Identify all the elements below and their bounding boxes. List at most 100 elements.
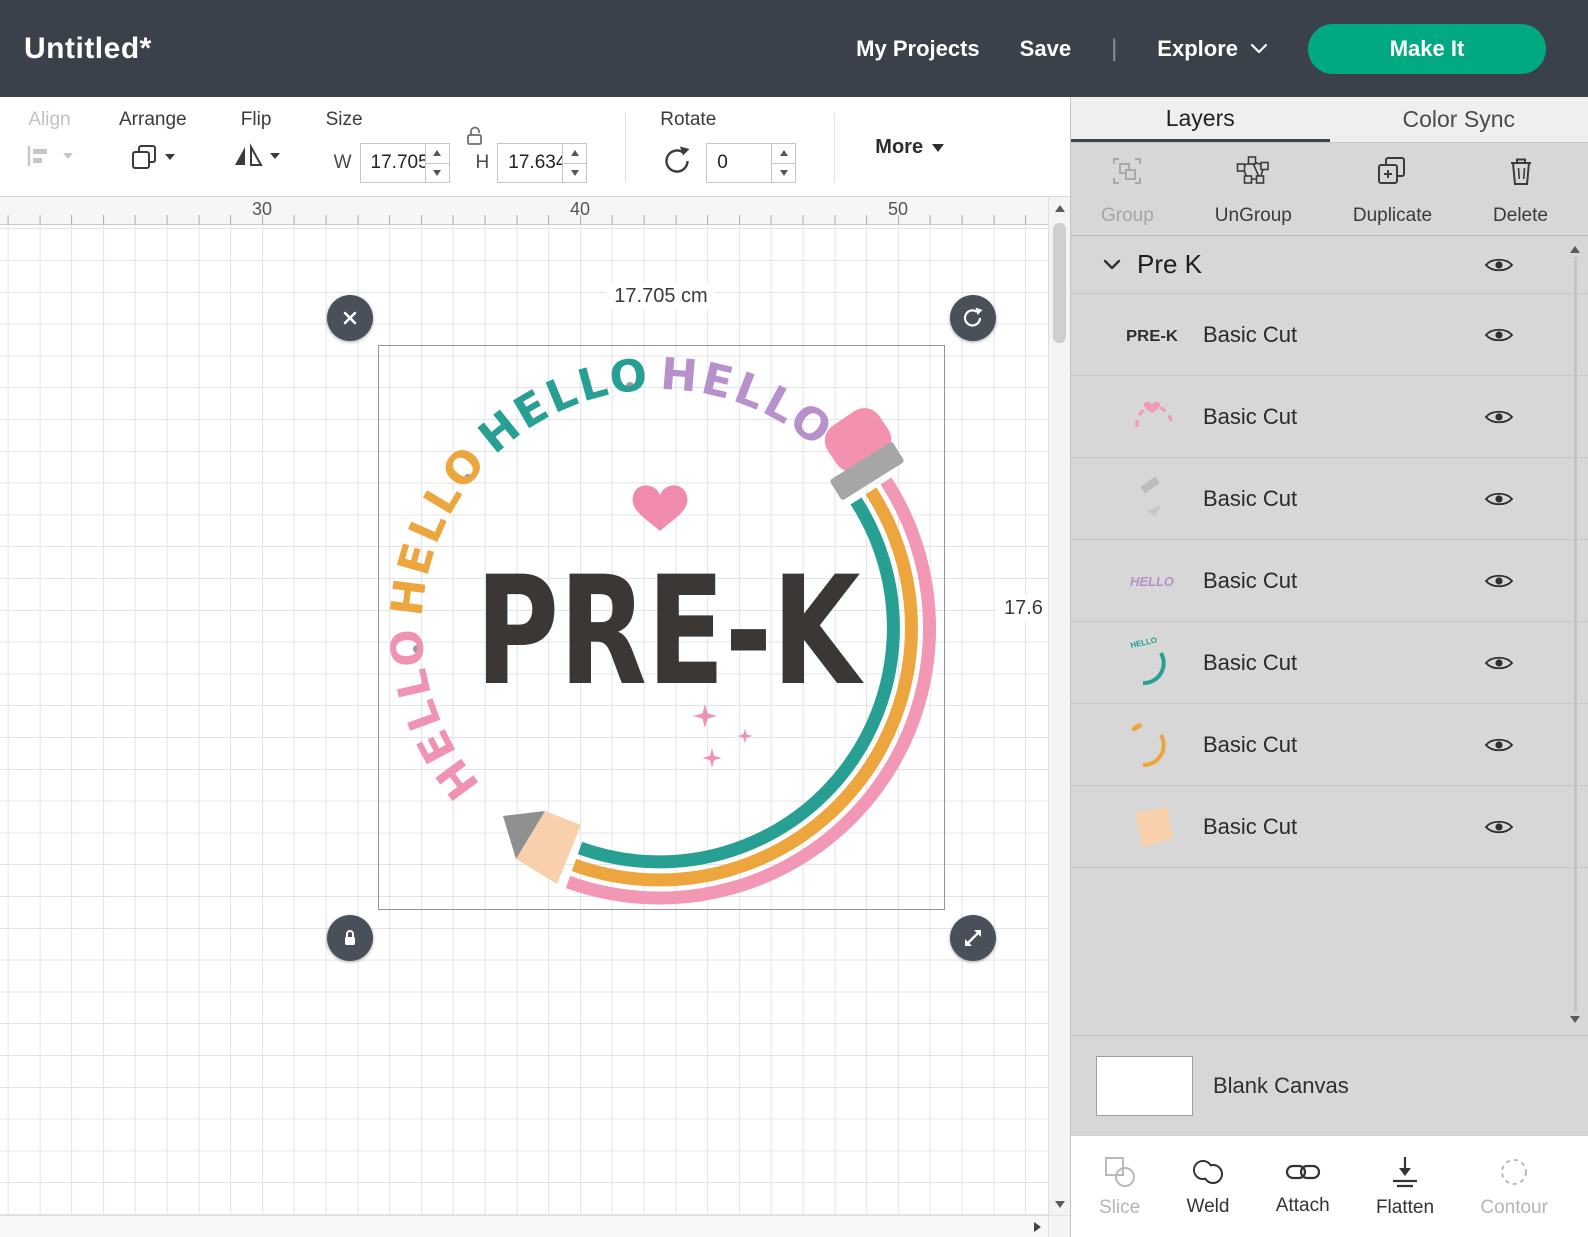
hello-text-pink: HELLO bbox=[381, 624, 489, 809]
chevron-down-icon bbox=[1250, 43, 1268, 54]
scroll-track[interactable] bbox=[1573, 257, 1577, 1012]
width-input[interactable] bbox=[360, 144, 425, 182]
close-x-icon bbox=[343, 311, 357, 325]
explore-menu[interactable]: Explore bbox=[1157, 36, 1268, 62]
size-group: Size W 17.705 H 17.634 bbox=[326, 109, 588, 186]
layer-thumbnail bbox=[1135, 401, 1173, 427]
tab-layers[interactable]: Layers bbox=[1071, 97, 1330, 142]
visibility-toggle[interactable] bbox=[1484, 571, 1514, 591]
layers-panel: Layers Color Sync Group UnGroup Duplicat… bbox=[1070, 97, 1588, 1237]
scroll-down-button[interactable] bbox=[1570, 1016, 1580, 1023]
width-stepper-up[interactable] bbox=[426, 144, 449, 163]
design-canvas[interactable]: HELLO HELLO HELLO HELLO PRE-K 17.705 cm … bbox=[0, 225, 1048, 1215]
canvas-zone: 30 40 50 HELLO HELLO HELLO HELLO PRE-K 1… bbox=[0, 197, 1070, 1237]
layer-row-gray-shapes[interactable]: Basic Cut bbox=[1071, 458, 1588, 540]
vertical-scroll-thumb[interactable] bbox=[1053, 223, 1066, 343]
layer-thumbnail: PRE-K bbox=[1126, 328, 1178, 345]
panel-tabs: Layers Color Sync bbox=[1071, 97, 1588, 143]
layer-row-pink-shapes[interactable]: Basic Cut bbox=[1071, 376, 1588, 458]
blank-canvas-label: Blank Canvas bbox=[1213, 1072, 1349, 1098]
visibility-toggle[interactable] bbox=[1484, 489, 1514, 509]
scroll-right-button[interactable] bbox=[1026, 1216, 1048, 1237]
scroll-down-button[interactable] bbox=[1049, 1193, 1070, 1215]
layer-row-prek-text[interactable]: PRE-K Basic Cut bbox=[1071, 294, 1588, 376]
caret-down-icon bbox=[63, 153, 73, 159]
flatten-button[interactable]: Flatten bbox=[1376, 1155, 1434, 1219]
blank-canvas-row[interactable]: Blank Canvas bbox=[1071, 1035, 1588, 1135]
arrange-tool[interactable]: Arrange bbox=[119, 109, 187, 186]
layer-row-purple-hello[interactable]: HELLO Basic Cut bbox=[1071, 540, 1588, 622]
visibility-toggle[interactable] bbox=[1484, 653, 1514, 673]
height-stepper-up[interactable] bbox=[563, 144, 586, 163]
flip-tool[interactable]: Flip bbox=[233, 109, 280, 186]
rotate-icon bbox=[665, 146, 690, 173]
layer-thumbnail bbox=[1140, 476, 1161, 517]
rotate-handle-icon bbox=[963, 307, 983, 327]
unlock-icon bbox=[466, 126, 482, 145]
svg-text:PRE-K: PRE-K bbox=[1126, 328, 1178, 345]
weld-button[interactable]: Weld bbox=[1187, 1156, 1229, 1218]
canvas-vertical-scrollbar[interactable] bbox=[1048, 197, 1070, 1215]
pre-k-design-object[interactable]: HELLO HELLO HELLO HELLO PRE-K bbox=[378, 345, 945, 910]
more-button[interactable]: More bbox=[875, 136, 945, 159]
rotate-stepper-down[interactable] bbox=[772, 162, 796, 183]
eye-icon bbox=[1484, 258, 1514, 271]
visibility-toggle[interactable] bbox=[1484, 325, 1514, 345]
eye-icon bbox=[1484, 656, 1514, 669]
lock-handle[interactable] bbox=[327, 915, 373, 961]
tab-color-sync[interactable]: Color Sync bbox=[1330, 97, 1588, 142]
delete-button[interactable]: Delete bbox=[1489, 153, 1552, 229]
layers-scrollbar[interactable] bbox=[1568, 246, 1582, 1023]
ruler-mark: 40 bbox=[569, 199, 591, 219]
visibility-toggle[interactable] bbox=[1484, 817, 1514, 837]
aspect-unlock-toggle[interactable] bbox=[464, 125, 486, 152]
rotate-handle[interactable] bbox=[950, 295, 996, 341]
delete-handle[interactable] bbox=[327, 295, 373, 341]
flip-icon bbox=[234, 143, 263, 166]
layer-group-prek[interactable]: Pre K bbox=[1071, 236, 1588, 294]
rotate-group: Rotate bbox=[660, 109, 797, 186]
align-tool: Align bbox=[26, 109, 73, 186]
attach-icon bbox=[1285, 1164, 1320, 1179]
ungroup-button[interactable]: UnGroup bbox=[1211, 153, 1296, 229]
workspace: Align Arrange Flip Size W 17.705 H 17.63… bbox=[0, 97, 1070, 1237]
layer-row-yellow-arc[interactable]: Basic Cut bbox=[1071, 704, 1588, 786]
visibility-toggle[interactable] bbox=[1484, 735, 1514, 755]
nav-divider: | bbox=[1111, 34, 1118, 62]
layer-row-wood-shape[interactable]: Basic Cut bbox=[1071, 786, 1588, 868]
resize-diagonal-icon bbox=[965, 930, 981, 946]
visibility-toggle[interactable] bbox=[1484, 255, 1514, 275]
arrange-icon bbox=[132, 145, 157, 169]
canvas-color-swatch[interactable] bbox=[1096, 1055, 1193, 1116]
layer-list: Pre K PRE-K Basic Cut Basic Cut Basic Cu… bbox=[1071, 236, 1588, 1035]
project-title: Untitled* bbox=[24, 31, 152, 65]
height-label: H bbox=[475, 152, 490, 173]
selection-width-label: 17.705 cm bbox=[606, 283, 716, 310]
duplicate-button[interactable]: Duplicate bbox=[1349, 153, 1436, 229]
resize-handle[interactable] bbox=[950, 915, 996, 961]
width-stepper-down[interactable] bbox=[425, 162, 449, 183]
my-projects-link[interactable]: My Projects bbox=[856, 36, 980, 62]
chevron-down-icon[interactable] bbox=[1103, 259, 1121, 270]
canvas-horizontal-scrollbar[interactable] bbox=[0, 1215, 1048, 1237]
layer-row-teal-arc[interactable]: HELLO Basic Cut bbox=[1071, 622, 1588, 704]
height-stepper-down[interactable] bbox=[563, 162, 587, 183]
layer-actions-bar: Group UnGroup Duplicate Delete bbox=[1071, 143, 1588, 236]
scroll-up-button[interactable] bbox=[1049, 197, 1070, 219]
save-link[interactable]: Save bbox=[1020, 36, 1071, 62]
attach-button[interactable]: Attach bbox=[1276, 1157, 1330, 1217]
rotate-stepper-up[interactable] bbox=[772, 144, 795, 163]
layer-thumbnail bbox=[1131, 722, 1166, 767]
rotate-button[interactable] bbox=[660, 144, 694, 183]
visibility-toggle[interactable] bbox=[1484, 407, 1514, 427]
header-nav: My Projects Save | Explore Make It bbox=[856, 23, 1588, 74]
rotate-stepper bbox=[771, 144, 796, 183]
make-it-button[interactable]: Make It bbox=[1308, 23, 1546, 74]
scroll-up-button[interactable] bbox=[1570, 246, 1580, 253]
width-input-box bbox=[359, 143, 450, 183]
rotate-input[interactable] bbox=[707, 144, 772, 182]
group-button: Group bbox=[1097, 153, 1158, 229]
height-input[interactable] bbox=[498, 144, 563, 182]
eye-icon bbox=[1484, 738, 1514, 751]
slice-icon bbox=[1104, 1156, 1135, 1187]
